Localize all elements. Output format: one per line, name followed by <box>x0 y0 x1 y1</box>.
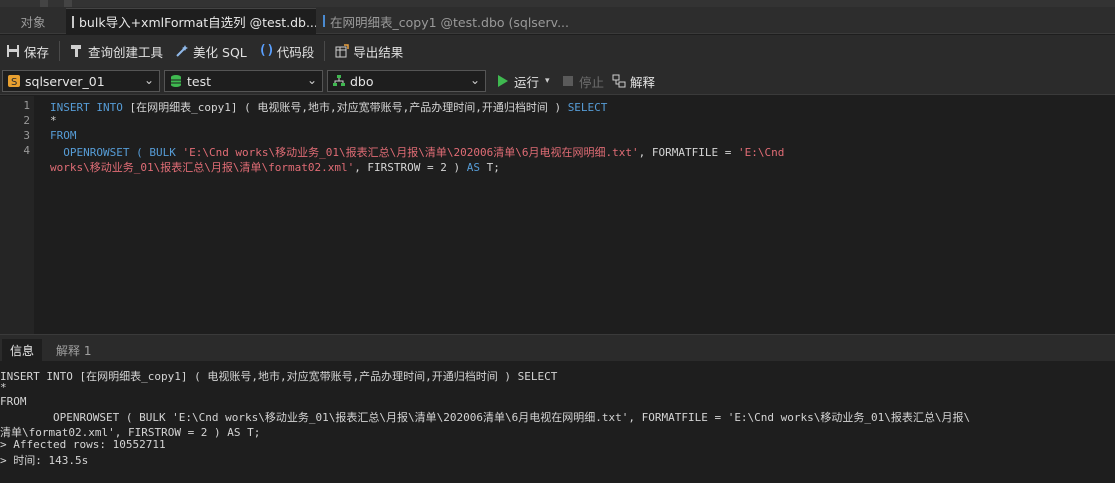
export-results-label: 导出结果 <box>353 44 404 60</box>
database-select[interactable]: test ⌄ <box>164 70 323 92</box>
code-snippet-button[interactable]: () 代码段 <box>253 39 321 63</box>
result-tabs: 信息 解释 1 <box>0 335 1115 361</box>
play-icon <box>496 74 510 88</box>
code-snippet-label: 代码段 <box>276 44 315 60</box>
explain-button[interactable]: 解释 <box>612 70 655 92</box>
chevron-down-icon: ⌄ <box>306 73 317 87</box>
sql-string: 'E:\Cnd <box>737 146 785 159</box>
code-line-4-wrap: works\移动业务_01\报表汇总\月报\清单\format02.xml', … <box>50 159 500 175</box>
tab-explain-1[interactable]: 解释 1 <box>48 339 99 361</box>
toolbar-divider <box>324 41 326 61</box>
connection-bar: S sqlserver_01 ⌄ test ⌄ dbo ⌄ 运行 ▾ 停止 解释 <box>0 67 1115 95</box>
save-icon <box>6 44 20 58</box>
code-line-1: INSERT INTO [在网明细表_copy1] ( 电视账号,地市,对应宽带… <box>50 99 607 115</box>
database-icon <box>169 74 183 88</box>
explain-icon <box>612 74 626 88</box>
sql-text: T; <box>480 161 500 174</box>
sql-keyword: SELECT <box>567 101 608 114</box>
stop-button[interactable]: 停止 <box>561 70 604 92</box>
schema-select-value: dbo <box>350 73 374 89</box>
elapsed-time-line: > 时间: 143.5s <box>0 454 89 467</box>
explain-label: 解释 <box>630 74 656 90</box>
window-top-strip <box>0 0 1115 7</box>
query-icon <box>72 15 74 28</box>
line-number: 1 <box>23 99 30 112</box>
tab-label: bulk导入+xmlFormat自选列 @test.db... <box>79 15 316 30</box>
braces-icon: () <box>258 43 275 58</box>
chevron-down-icon: ⌄ <box>469 73 480 87</box>
hammer-icon <box>70 44 84 58</box>
server-select[interactable]: S sqlserver_01 ⌄ <box>2 70 160 92</box>
save-label: 保存 <box>24 44 50 60</box>
line-number: 3 <box>23 129 30 142</box>
database-select-value: test <box>187 73 212 89</box>
sql-editor[interactable]: 1 2 3 4 INSERT INTO [在网明细表_copy1] ( 电视账号… <box>0 96 1115 334</box>
query-builder-label: 查询创建工具 <box>88 44 164 60</box>
sql-keyword: OPENROWSET ( BULK <box>50 146 183 159</box>
affected-rows-line: > Affected rows: 10552711 <box>0 438 166 451</box>
beautify-sql-label: 美化 SQL <box>193 44 247 60</box>
tab-bar: 对象 bulk导入+xmlFormat自选列 @test.db... 在网明细表… <box>0 0 1115 34</box>
table-icon <box>323 15 325 27</box>
tab-label: 对象 <box>20 14 46 30</box>
query-builder-button[interactable]: 查询创建工具 <box>64 39 169 63</box>
message-line: FROM <box>0 395 27 408</box>
stop-icon <box>561 74 575 88</box>
code-line-4: OPENROWSET ( BULK 'E:\Cnd works\移动业务_01\… <box>50 144 784 160</box>
sql-text: [在网明细表_copy1] ( 电视账号,地市,对应宽带账号,产品办理时间,开通… <box>122 101 568 114</box>
line-number: 4 <box>23 144 30 157</box>
chevron-down-icon: ⌄ <box>143 73 154 87</box>
beautify-sql-button[interactable]: 美化 SQL <box>169 39 253 63</box>
code-line-2: * <box>50 114 57 127</box>
code-line-3: FROM <box>50 129 77 142</box>
export-icon <box>335 44 350 58</box>
magic-wand-icon <box>175 44 189 58</box>
message-line: OPENROWSET ( BULK 'E:\Cnd works\移动业务_01\… <box>0 411 971 424</box>
tab-label: 在网明细表_copy1 @test.dbo (sqlserv... <box>330 14 569 30</box>
tab-label: 解释 1 <box>56 343 92 358</box>
export-results-button[interactable]: 导出结果 <box>329 39 409 63</box>
schema-icon <box>332 74 346 88</box>
svg-text:S: S <box>11 77 17 88</box>
server-select-value: sqlserver_01 <box>25 73 105 89</box>
run-label: 运行 <box>514 74 540 90</box>
schema-select[interactable]: dbo ⌄ <box>327 70 486 92</box>
sql-keyword: AS <box>466 161 481 174</box>
tab-bulk-import-query[interactable]: bulk导入+xmlFormat自选列 @test.db... <box>66 8 316 34</box>
sql-text: , FIRSTROW = 2 ) <box>354 161 467 174</box>
toolbar-divider <box>59 41 61 61</box>
result-pane: 信息 解释 1 INSERT INTO [在网明细表_copy1] ( 电视账号… <box>0 334 1115 483</box>
line-number-gutter: 1 2 3 4 <box>0 96 34 334</box>
save-button[interactable]: 保存 <box>0 39 55 63</box>
tab-messages[interactable]: 信息 <box>2 339 43 361</box>
sql-string: 'E:\Cnd works\移动业务_01\报表汇总\月报\清单\202006清… <box>182 146 639 159</box>
server-connection-icon: S <box>7 74 21 88</box>
message-line: * <box>0 381 7 394</box>
sql-text: , FORMATFILE = <box>638 146 738 159</box>
sql-string: works\移动业务_01\报表汇总\月报\清单\format02.xml' <box>50 161 355 174</box>
run-button[interactable]: 运行 ▾ <box>496 70 550 92</box>
message-line: INSERT INTO [在网明细表_copy1] ( 电视账号,地市,对应宽带… <box>0 370 558 383</box>
sql-keyword: FROM <box>50 129 77 142</box>
run-dropdown-icon[interactable]: ▾ <box>545 76 550 86</box>
sql-text: * <box>50 114 57 127</box>
stop-label: 停止 <box>579 74 605 90</box>
tab-objects[interactable]: 对象 <box>0 8 66 34</box>
tab-table-copy[interactable]: 在网明细表_copy1 @test.dbo (sqlserv... <box>317 8 569 34</box>
sql-keyword: INSERT INTO <box>50 101 123 114</box>
editor-toolbar: 保存 查询创建工具 美化 SQL () 代码段 导出结果 <box>0 35 1115 67</box>
line-number: 2 <box>23 114 30 127</box>
tab-label: 信息 <box>10 343 35 358</box>
